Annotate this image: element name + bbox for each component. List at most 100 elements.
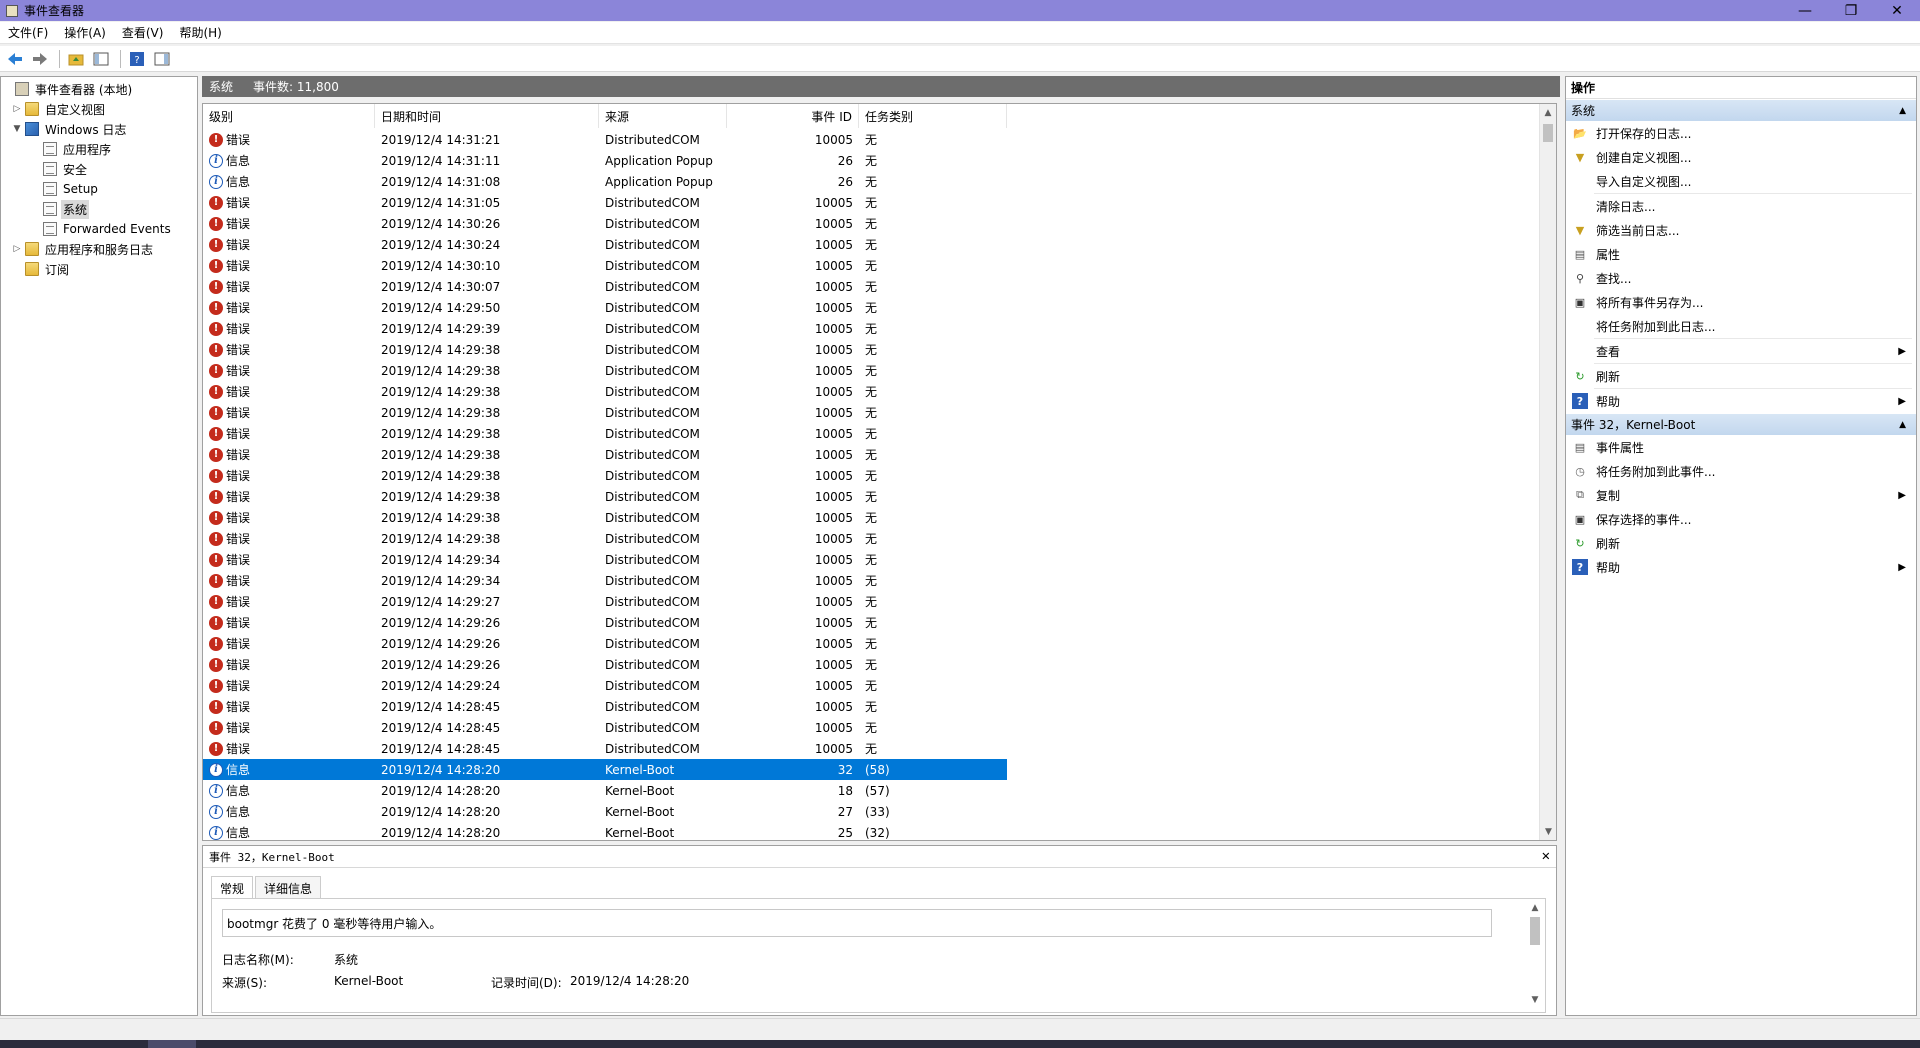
show-hide-action-pane-button[interactable] xyxy=(151,49,173,69)
action-item[interactable]: ▼ 筛选当前日志... xyxy=(1566,218,1916,242)
actions-section-event[interactable]: 事件 32，Kernel-Boot ▲ xyxy=(1566,413,1916,435)
table-row[interactable]: ! 错误 2019/12/4 14:29:50 DistributedCOM 10005… xyxy=(203,297,1538,318)
scroll-up-icon[interactable]: ▲ xyxy=(1540,104,1556,121)
table-row[interactable]: ! 错误 2019/12/4 14:29:26 DistributedCOM 10005… xyxy=(203,633,1538,654)
table-row[interactable]: ! 错误 2019/12/4 14:29:38 DistributedCOM 10005… xyxy=(203,423,1538,444)
table-row[interactable]: ! 错误 2019/12/4 14:28:45 DistributedCOM 10005… xyxy=(203,696,1538,717)
close-button[interactable]: ✕ xyxy=(1874,0,1920,21)
table-row[interactable]: ! 错误 2019/12/4 14:29:34 DistributedCOM 10005… xyxy=(203,570,1538,591)
collapse-up-icon[interactable]: ▲ xyxy=(1899,106,1906,116)
up-folder-button[interactable] xyxy=(65,49,87,69)
table-row[interactable]: ! 错误 2019/12/4 14:29:34 DistributedCOM 10005… xyxy=(203,549,1538,570)
collapse-arrow-icon[interactable]: ▼ xyxy=(11,124,23,134)
tree-node-security[interactable]: 安全 xyxy=(1,159,197,179)
menu-file[interactable]: 文件(F) xyxy=(0,24,56,41)
action-item[interactable]: ▣ 保存选择的事件... xyxy=(1566,507,1916,531)
table-row[interactable]: i 信息 2019/12/4 14:31:08 Application Popup 26… xyxy=(203,171,1538,192)
table-row[interactable]: ! 错误 2019/12/4 14:29:24 DistributedCOM 10005… xyxy=(203,675,1538,696)
table-row[interactable]: i 信息 2019/12/4 14:31:11 Application Popup 26… xyxy=(203,150,1538,171)
column-header-task-category[interactable]: 任务类别 xyxy=(859,104,1007,128)
back-button[interactable] xyxy=(4,49,26,69)
column-header-level[interactable]: 级别 xyxy=(203,104,375,128)
tree-node-root[interactable]: 事件查看器 (本地) xyxy=(1,79,197,99)
table-row[interactable]: ! 错误 2019/12/4 14:31:21 DistributedCOM 10005… xyxy=(203,129,1538,150)
help-button[interactable]: ? xyxy=(126,49,148,69)
table-row[interactable]: ! 错误 2019/12/4 14:29:38 DistributedCOM 10005… xyxy=(203,339,1538,360)
scroll-down-icon[interactable]: ▼ xyxy=(1540,823,1556,840)
action-item[interactable]: ▤ 属性 xyxy=(1566,242,1916,266)
table-row[interactable]: ! 错误 2019/12/4 14:29:38 DistributedCOM 10005… xyxy=(203,486,1538,507)
table-row[interactable]: ! 错误 2019/12/4 14:28:45 DistributedCOM 10005… xyxy=(203,738,1538,759)
column-header-event-id[interactable]: 事件 ID xyxy=(727,104,859,128)
action-item[interactable]: 导入自定义视图... xyxy=(1566,169,1916,193)
scroll-thumb[interactable] xyxy=(1530,917,1540,945)
table-row[interactable]: ! 错误 2019/12/4 14:29:38 DistributedCOM 10005… xyxy=(203,402,1538,423)
table-row[interactable]: ! 错误 2019/12/4 14:29:26 DistributedCOM 10005… xyxy=(203,612,1538,633)
forward-button[interactable] xyxy=(29,49,51,69)
menu-view[interactable]: 查看(V) xyxy=(114,24,172,41)
action-item[interactable]: 查看 ▶ xyxy=(1566,339,1916,363)
column-header-source[interactable]: 来源 xyxy=(599,104,727,128)
grid-scrollbar[interactable]: ▲ ▼ xyxy=(1539,104,1556,840)
action-item[interactable]: ? 帮助 ▶ xyxy=(1566,389,1916,413)
table-row[interactable]: ! 错误 2019/12/4 14:31:05 DistributedCOM 10005… xyxy=(203,192,1538,213)
table-row[interactable]: ! 错误 2019/12/4 14:30:24 DistributedCOM 10005… xyxy=(203,234,1538,255)
collapse-up-icon[interactable]: ▲ xyxy=(1899,420,1906,430)
table-row[interactable]: ! 错误 2019/12/4 14:28:45 DistributedCOM 10005… xyxy=(203,717,1538,738)
column-header-date[interactable]: 日期和时间 xyxy=(375,104,599,128)
action-item[interactable]: ? 帮助 ▶ xyxy=(1566,555,1916,579)
tab-general[interactable]: 常规 xyxy=(211,876,254,898)
minimize-button[interactable]: — xyxy=(1782,0,1828,21)
table-row[interactable]: ! 错误 2019/12/4 14:29:38 DistributedCOM 10005… xyxy=(203,360,1538,381)
table-row[interactable]: ! 错误 2019/12/4 14:30:07 DistributedCOM 10005… xyxy=(203,276,1538,297)
action-item[interactable]: ↻ 刷新 xyxy=(1566,364,1916,388)
actions-section-system[interactable]: 系统 ▲ xyxy=(1566,99,1916,121)
expand-arrow-icon[interactable]: ▷ xyxy=(11,244,23,254)
action-item[interactable]: ↻ 刷新 xyxy=(1566,531,1916,555)
tree-node-system[interactable]: 系统 xyxy=(1,199,197,219)
tree-node-subscriptions[interactable]: 订阅 xyxy=(1,259,197,279)
table-row[interactable]: ! 错误 2019/12/4 14:29:26 DistributedCOM 10005… xyxy=(203,654,1538,675)
expand-arrow-icon[interactable]: ▷ xyxy=(11,104,23,114)
tree-node-application[interactable]: 应用程序 xyxy=(1,139,197,159)
table-row[interactable]: ! 错误 2019/12/4 14:29:38 DistributedCOM 10005… xyxy=(203,444,1538,465)
table-row[interactable]: ! 错误 2019/12/4 14:29:38 DistributedCOM 10005… xyxy=(203,507,1538,528)
taskbar-active-app[interactable] xyxy=(148,1040,196,1048)
table-row[interactable]: ! 错误 2019/12/4 14:29:38 DistributedCOM 10005… xyxy=(203,465,1538,486)
table-row[interactable]: ! 错误 2019/12/4 14:30:26 DistributedCOM 10005… xyxy=(203,213,1538,234)
table-row[interactable]: i 信息 2019/12/4 14:28:20 Kernel-Boot 25 (32) xyxy=(203,822,1538,840)
table-row[interactable]: ! 错误 2019/12/4 14:29:38 DistributedCOM 10005… xyxy=(203,381,1538,402)
restore-button[interactable]: ❐ xyxy=(1828,0,1874,21)
tree-node-app-service-logs[interactable]: ▷ 应用程序和服务日志 xyxy=(1,239,197,259)
action-item[interactable]: ▤ 事件属性 xyxy=(1566,435,1916,459)
scroll-thumb[interactable] xyxy=(1543,124,1553,142)
action-item[interactable]: 清除日志... xyxy=(1566,194,1916,218)
event-message[interactable]: bootmgr 花费了 0 毫秒等待用户输入。 xyxy=(222,909,1492,937)
scroll-down-icon[interactable]: ▼ xyxy=(1527,995,1543,1009)
detail-close-icon[interactable]: ✕ xyxy=(1542,848,1550,864)
tree-node-setup[interactable]: Setup xyxy=(1,179,197,199)
action-item[interactable]: ⚲ 查找... xyxy=(1566,266,1916,290)
detail-scrollbar[interactable]: ▲ ▼ xyxy=(1527,903,1543,1008)
action-item[interactable]: 📂 打开保存的日志... xyxy=(1566,121,1916,145)
table-row[interactable]: ! 错误 2019/12/4 14:29:27 DistributedCOM 10005… xyxy=(203,591,1538,612)
menu-help[interactable]: 帮助(H) xyxy=(171,24,229,41)
scroll-up-icon[interactable]: ▲ xyxy=(1527,903,1543,917)
table-row[interactable]: i 信息 2019/12/4 14:28:20 Kernel-Boot 27 (33) xyxy=(203,801,1538,822)
table-row[interactable]: ! 错误 2019/12/4 14:29:39 DistributedCOM 10005… xyxy=(203,318,1538,339)
action-item[interactable]: ◷ 将任务附加到此事件... xyxy=(1566,459,1916,483)
table-row[interactable]: i 信息 2019/12/4 14:28:20 Kernel-Boot 32 (58) xyxy=(203,759,1007,780)
show-hide-tree-button[interactable] xyxy=(90,49,112,69)
tab-details[interactable]: 详细信息 xyxy=(255,876,322,898)
menu-action[interactable]: 操作(A) xyxy=(56,24,114,41)
table-row[interactable]: ! 错误 2019/12/4 14:29:38 DistributedCOM 10005… xyxy=(203,528,1538,549)
table-row[interactable]: ! 错误 2019/12/4 14:30:10 DistributedCOM 10005… xyxy=(203,255,1538,276)
action-item[interactable]: ▣ 将所有事件另存为... xyxy=(1566,290,1916,314)
action-item[interactable]: ▼ 创建自定义视图... xyxy=(1566,145,1916,169)
action-item[interactable]: ⧉ 复制 ▶ xyxy=(1566,483,1916,507)
tree-node-custom-views[interactable]: ▷ 自定义视图 xyxy=(1,99,197,119)
table-row[interactable]: i 信息 2019/12/4 14:28:20 Kernel-Boot 18 (57) xyxy=(203,780,1538,801)
tree-node-windows-logs[interactable]: ▼ Windows 日志 xyxy=(1,119,197,139)
action-item[interactable]: 将任务附加到此日志... xyxy=(1566,314,1916,338)
tree-node-forwarded-events[interactable]: Forwarded Events xyxy=(1,219,197,239)
